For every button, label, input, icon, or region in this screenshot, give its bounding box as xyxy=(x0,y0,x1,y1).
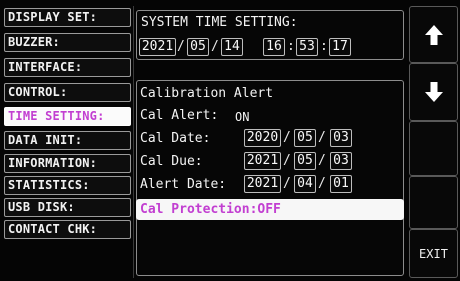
system-hour-field[interactable]: 16 xyxy=(263,38,285,56)
alert-date-day-field[interactable]: 01 xyxy=(330,175,352,193)
menu-item-buzzer[interactable]: BUZZER: xyxy=(4,33,131,52)
instrument-screen: DISPLAY SET: BUZZER: INTERFACE: CONTROL:… xyxy=(0,0,460,281)
time-separator: : xyxy=(287,39,295,54)
cal-alert-label: Cal Alert: xyxy=(140,108,219,123)
calibration-title: Calibration Alert xyxy=(140,86,274,101)
date-separator: / xyxy=(318,176,326,191)
system-month-field[interactable]: 05 xyxy=(187,38,209,56)
arrow-up-icon xyxy=(424,24,443,45)
exit-label: EXIT xyxy=(419,246,448,261)
up-button[interactable] xyxy=(409,6,458,63)
cal-date-label: Cal Date: xyxy=(140,131,211,146)
date-separator: / xyxy=(211,39,219,54)
menu-item-information[interactable]: INFORMATION: xyxy=(4,154,131,173)
arrow-down-icon xyxy=(424,82,443,102)
menu-item-statistics[interactable]: STATISTICS: xyxy=(4,176,131,195)
menu-item-data-init[interactable]: DATA INIT: xyxy=(4,131,131,150)
softkey-blank-1[interactable] xyxy=(409,121,458,176)
date-separator: / xyxy=(318,130,326,145)
time-separator: : xyxy=(320,39,328,54)
menu-item-control[interactable]: CONTROL: xyxy=(4,83,131,102)
menu-item-display-set[interactable]: DISPLAY SET: xyxy=(4,8,131,27)
cal-due-day-field[interactable]: 03 xyxy=(330,152,352,170)
menu-divider xyxy=(133,6,134,278)
date-separator: / xyxy=(283,130,291,145)
date-separator: / xyxy=(177,39,185,54)
softkey-column: EXIT xyxy=(409,6,458,278)
alert-date-month-field[interactable]: 04 xyxy=(294,175,316,193)
cal-due-year-field[interactable]: 2021 xyxy=(244,152,281,170)
date-separator: / xyxy=(283,153,291,168)
system-time-title: SYSTEM TIME SETTING: xyxy=(141,15,298,30)
system-minute-field[interactable]: 53 xyxy=(296,38,318,56)
cal-due-month-field[interactable]: 05 xyxy=(294,152,316,170)
cal-due-label: Cal Due: xyxy=(140,154,203,169)
menu-item-time-setting[interactable]: TIME SETTING: xyxy=(4,107,131,126)
alert-date-year-field[interactable]: 2021 xyxy=(244,175,281,193)
cal-alert-value[interactable]: ON xyxy=(235,109,249,125)
exit-button[interactable]: EXIT xyxy=(409,229,458,278)
system-year-field[interactable]: 2021 xyxy=(139,38,176,56)
menu-item-contact-chk[interactable]: CONTACT CHK: xyxy=(4,220,131,239)
system-second-field[interactable]: 17 xyxy=(329,38,351,56)
menu-item-usb-disk[interactable]: USB DISK: xyxy=(4,198,131,217)
date-separator: / xyxy=(318,153,326,168)
cal-date-day-field[interactable]: 03 xyxy=(330,129,352,147)
cal-date-year-field[interactable]: 2020 xyxy=(244,129,281,147)
date-separator: / xyxy=(283,176,291,191)
down-button[interactable] xyxy=(409,63,458,121)
alert-date-label: Alert Date: xyxy=(140,177,227,192)
cal-protection-row[interactable]: Cal Protection:OFF xyxy=(136,199,404,220)
cal-date-month-field[interactable]: 05 xyxy=(294,129,316,147)
system-day-field[interactable]: 14 xyxy=(221,38,243,56)
menu-item-interface[interactable]: INTERFACE: xyxy=(4,58,131,77)
softkey-blank-2[interactable] xyxy=(409,176,458,229)
